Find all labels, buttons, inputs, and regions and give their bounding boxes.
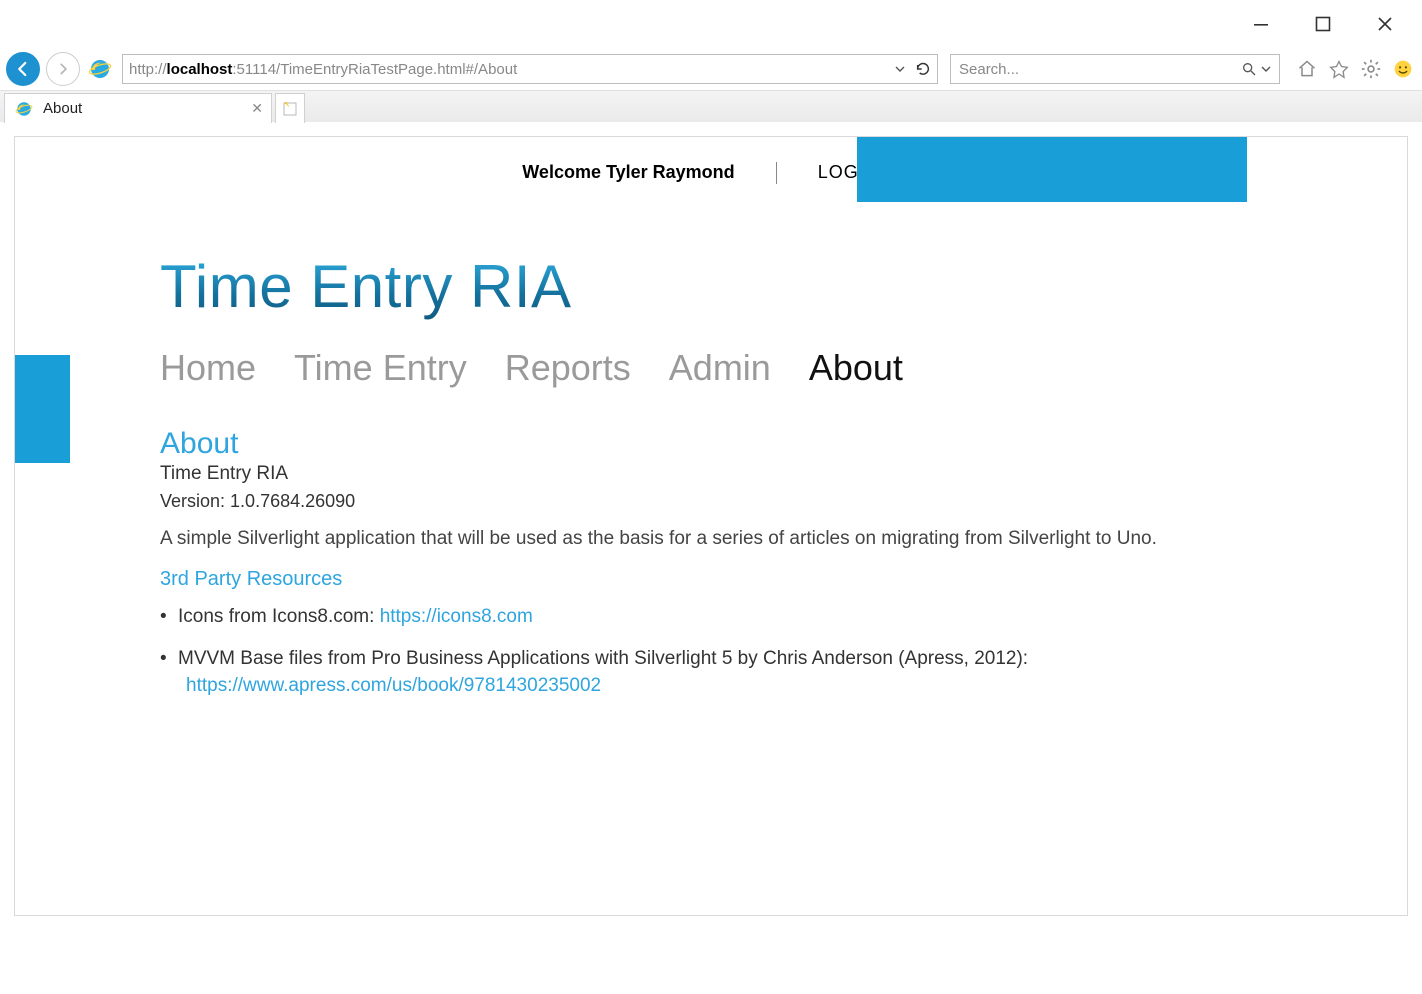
app-title: Time Entry RIA: [160, 252, 1407, 321]
browser-nav: http://localhost:51114/TimeEntryRiaTestP…: [0, 48, 1422, 90]
welcome-label: Welcome Tyler Raymond: [522, 162, 734, 183]
about-section: About Time Entry RIA Version: 1.0.7684.2…: [160, 427, 1407, 700]
resources-heading: 3rd Party Resources: [160, 568, 1407, 591]
about-version: Version: 1.0.7684.26090: [160, 491, 1407, 512]
close-icon[interactable]: [1376, 15, 1394, 33]
search-dropdown-icon[interactable]: [1261, 64, 1271, 74]
app-header: Welcome Tyler Raymond LOGOUT: [15, 137, 1407, 202]
refresh-icon[interactable]: [915, 61, 931, 77]
url-path: :51114/TimeEntryRiaTestPage.html#/About: [232, 61, 517, 78]
app-nav: Home Time Entry Reports Admin About: [160, 347, 1407, 389]
favorites-icon[interactable]: [1328, 58, 1350, 80]
url-protocol: http://: [129, 61, 167, 78]
about-subtitle: Time Entry RIA: [160, 463, 1407, 485]
tab-close-icon[interactable]: ✕: [251, 100, 263, 117]
maximize-icon[interactable]: [1314, 15, 1332, 33]
tab-title: About: [43, 100, 82, 117]
list-item: Icons from Icons8.com: https://icons8.co…: [160, 603, 1160, 631]
res1-text: Icons from Icons8.com:: [178, 606, 380, 627]
search-box[interactable]: Search...: [950, 54, 1280, 84]
dropdown-icon[interactable]: [895, 64, 905, 74]
home-icon[interactable]: [1296, 58, 1318, 80]
smiley-icon[interactable]: [1392, 58, 1414, 80]
list-item: MVVM Base files from Pro Business Applic…: [160, 645, 1160, 700]
resources-list: Icons from Icons8.com: https://icons8.co…: [160, 603, 1407, 700]
tab-favicon-icon: [15, 100, 33, 118]
settings-icon[interactable]: [1360, 58, 1382, 80]
window-controls: [0, 0, 1422, 48]
separator: [776, 162, 777, 184]
back-button[interactable]: [6, 52, 40, 86]
about-description: A simple Silverlight application that wi…: [160, 528, 1160, 550]
address-bar[interactable]: http://localhost:51114/TimeEntryRiaTestP…: [122, 54, 938, 84]
new-tab-button[interactable]: [275, 93, 305, 123]
browser-toolbar: [1296, 58, 1414, 80]
search-icon[interactable]: [1241, 61, 1257, 77]
nav-reports[interactable]: Reports: [505, 347, 631, 389]
nav-home[interactable]: Home: [160, 347, 256, 389]
res2-text: MVVM Base files from Pro Business Applic…: [178, 648, 1028, 669]
forward-button[interactable]: [46, 52, 80, 86]
tab-strip: About ✕: [0, 90, 1422, 122]
url-host: localhost: [167, 61, 233, 78]
about-heading: About: [160, 427, 1407, 461]
address-controls: [895, 61, 931, 77]
tab-about[interactable]: About ✕: [4, 93, 272, 123]
res1-link[interactable]: https://icons8.com: [380, 606, 533, 627]
res2-link[interactable]: https://www.apress.com/us/book/978143023…: [178, 672, 1160, 700]
nav-admin[interactable]: Admin: [669, 347, 771, 389]
header-accent: [857, 137, 1247, 202]
ie-logo-icon: [88, 57, 112, 81]
nav-about[interactable]: About: [809, 347, 903, 389]
app-viewport: Welcome Tyler Raymond LOGOUT Time Entry …: [14, 136, 1408, 916]
search-placeholder: Search...: [959, 61, 1019, 78]
side-accent: [15, 355, 70, 463]
nav-time-entry[interactable]: Time Entry: [294, 347, 467, 389]
minimize-icon[interactable]: [1252, 15, 1270, 33]
